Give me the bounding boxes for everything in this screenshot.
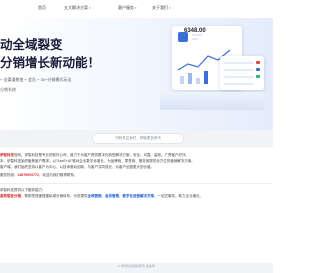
hotline-rest: ，欢迎与我们取得联系。 (38, 173, 78, 177)
nav-item-about[interactable]: 关于我们▾ (152, 5, 171, 11)
side-row (224, 69, 254, 71)
hero-title-line1: 动全域裂变 (0, 38, 63, 52)
intro-line-1: 伊智科技官网，伊智科技是专业的软件公司，致力于为客户提供数字化转型解决方案，安全… (0, 153, 189, 158)
hero-title-line2: 分销增长新动能！ (0, 56, 101, 70)
side-row (224, 62, 254, 64)
services-highlight-blue[interactable]: 全域营销、会员管理、数字化运营解决方案 (88, 194, 155, 198)
chevron-down-icon: ▾ (135, 6, 137, 10)
services-highlight-red: 高效裂变分销 (0, 194, 21, 198)
hero-subtitle: + 全渠道裂变 + 会员 + 30+分销模式玩法 (0, 77, 72, 82)
dashboard-amount: 6348.00 (184, 28, 206, 34)
status-dot (256, 75, 260, 78)
services-text: ，帮助您快速搭建私域分销体系，为您提供 (21, 194, 88, 198)
dashboard-base (160, 92, 264, 110)
nav-item-home[interactable]: 首页 (38, 5, 46, 11)
chevron-down-icon: ▾ (169, 6, 171, 10)
nav-item-label: 关于我们 (152, 5, 168, 10)
dashboard-side-card (220, 56, 264, 90)
hero-banner[interactable]: 动全域裂变 分销增长新动能！ + 全渠道裂变 + 会员 + 30+分销模式玩法 … (0, 18, 273, 130)
chevron-down-icon: ▾ (89, 6, 91, 10)
side-row (224, 76, 254, 78)
intro-line-3: 客户端，我们始终坚持以客户为中心，以技术驱动创新，与客户共同成长，为客户创造更大… (0, 165, 154, 169)
hero-dashboard-illustration: 6348.00 (150, 22, 268, 114)
section-divider (0, 183, 273, 184)
company-name: 伊智科技 (0, 153, 14, 157)
services-tail: ，一站式服务，助力企业增长。 (154, 194, 203, 198)
status-dot (256, 68, 260, 71)
nav-item-solutions[interactable]: 五大解决方案▾ (64, 5, 91, 11)
hotline-number[interactable]: 13676009772 (18, 173, 39, 177)
footer-text: © 伊智科技版权所有 备案号 (118, 264, 155, 268)
top-navigation: 首页 五大解决方案▾ 客户服务▾ 关于我们▾ (0, 0, 273, 19)
nav-item-label: 首页 (38, 5, 46, 10)
company-intro-panel: 伊智科技官网，伊智科技是专业的软件公司，致力于为客户提供数字化转型解决方案，安全… (0, 147, 273, 263)
nav-item-label: 五大解决方案 (64, 5, 88, 10)
info-chip[interactable]: 扫码关注我们，获取更多资讯 (92, 133, 184, 144)
nav-item-service[interactable]: 客户服务▾ (118, 5, 137, 11)
hotline-label: 服务热线： (0, 173, 18, 177)
status-dot (256, 61, 260, 64)
services-line: 高效裂变分销，帮助您快速搭建私域分销体系，为您提供全域营销、会员管理、数字化运营… (0, 194, 203, 199)
intro-text: 官网，伊智科技是专业的软件公司，致力于为客户提供数字化转型解决方案，安全、可靠、… (14, 153, 189, 157)
side-row (224, 83, 254, 85)
intro-line-2: 本，伊智科技始终聚焦客户需求，以“SaaS+AI”驱动企业数字化增长，为品牌商、… (0, 159, 195, 163)
content-section: 扫码关注我们，获取更多资讯 伊智科技官网，伊智科技是专业的软件公司，致力于为客户… (0, 130, 273, 273)
hero-subtitle-2: 分销系统 (0, 87, 16, 92)
hotline-line: 服务热线：13676009772，欢迎与我们取得联系。 (0, 173, 77, 178)
services-heading: 伊智科技提供以下服务能力： (0, 188, 46, 192)
nav-item-label: 客户服务 (118, 5, 134, 10)
